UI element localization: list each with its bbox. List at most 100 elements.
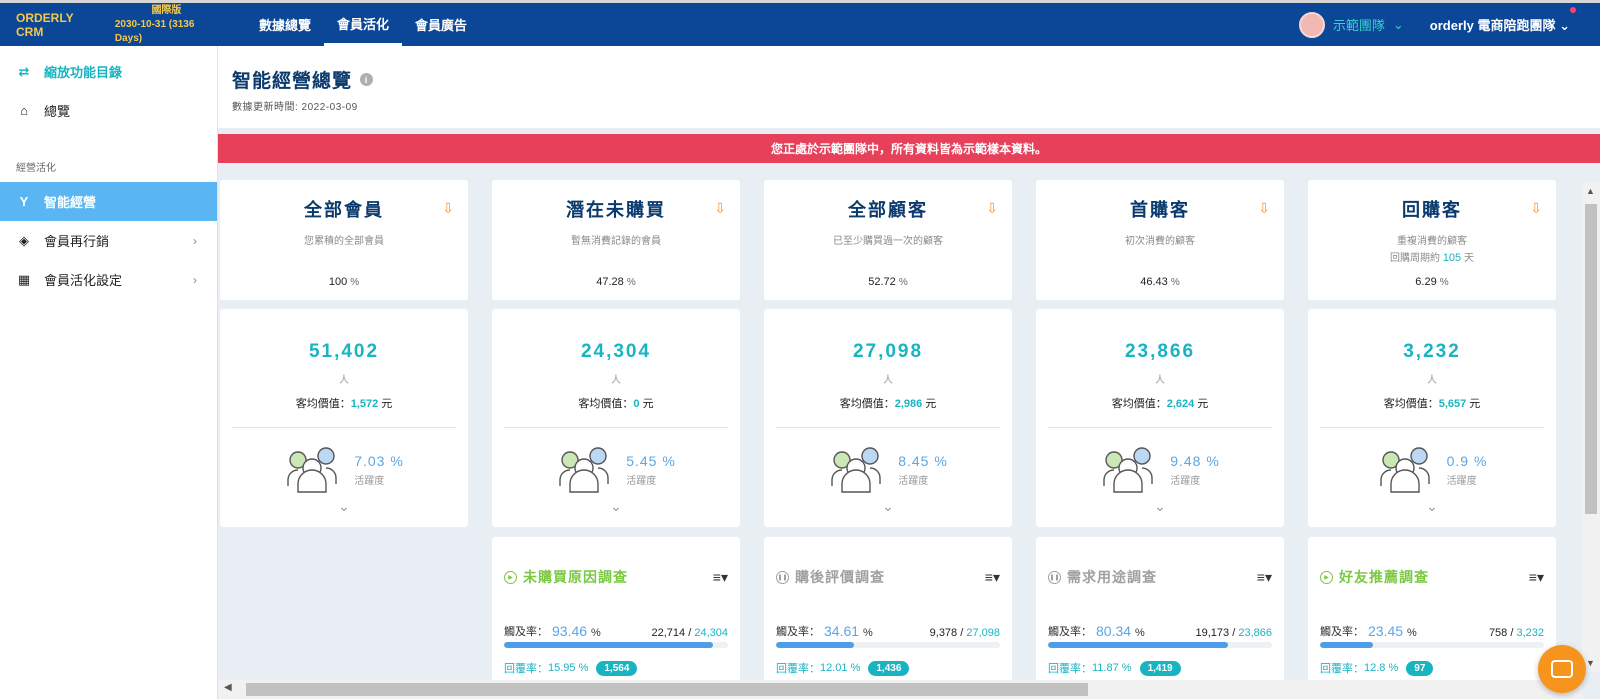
percent-unit: %: [1439, 277, 1449, 288]
download-icon[interactable]: ⇩: [714, 200, 726, 217]
reach-progress-bar: [504, 642, 728, 648]
reach-progress-bar: [776, 642, 1000, 648]
brand-edition-block: 國際版 2030-10-31 (3136 Days): [115, 4, 218, 46]
download-icon[interactable]: ⇩: [1258, 200, 1270, 217]
person-unit: 人: [1155, 375, 1165, 386]
members-group-icon: [1103, 447, 1153, 493]
segment-description: 重複消費的顧客: [1397, 236, 1467, 247]
members-group-icon: [287, 447, 337, 493]
reply-count-badge[interactable]: 1,436: [868, 660, 910, 676]
nav-item-overview[interactable]: 數據總覽: [246, 3, 324, 46]
segment-percentage: 47.28 %: [492, 276, 740, 288]
currency-unit: 元: [1197, 398, 1209, 410]
activity-rate: 9.48 %: [1170, 453, 1220, 469]
survey-title[interactable]: 好友推薦調查: [1339, 567, 1429, 587]
download-icon[interactable]: ⇩: [986, 200, 998, 217]
nav-item-member-ads[interactable]: 會員廣告: [402, 3, 480, 46]
activity-block: 8.45 % 活躍度: [764, 446, 1012, 494]
download-icon[interactable]: ⇩: [442, 200, 454, 217]
person-unit: 人: [1427, 375, 1437, 386]
company-label: orderly 電商陪跑團隊: [1429, 18, 1556, 33]
segment-summary-card: 潛在未購買 ⇩ 暫無消費記錄的會員 47.28 %: [492, 180, 740, 300]
reach-rate: 23.45: [1368, 623, 1404, 639]
total-count: 23,866: [1238, 627, 1272, 639]
member-count: 3,232: [1403, 341, 1461, 362]
menu-icon[interactable]: ≡▾: [985, 569, 1000, 586]
menu-icon[interactable]: ≡▾: [713, 569, 728, 586]
info-icon[interactable]: i: [360, 73, 374, 86]
reply-rate: 15.95: [548, 662, 576, 674]
sidebar-item-remarketing[interactable]: ◈ 會員再行銷 ›: [0, 221, 217, 260]
segment-column-first-time: 首購客 ⇩ 初次消費的顧客 46.43 % 23,866 人 客均價值：2,62…: [1036, 180, 1284, 680]
avg-value-label: 客均價值：: [295, 398, 351, 410]
segment-stats-card: 27,098 人 客均價值：2,986 元 8.45 % 活躍度 ⌄: [764, 309, 1012, 527]
activity-values: 8.45 % 活躍度: [898, 453, 948, 487]
menu-icon[interactable]: ≡▾: [1257, 569, 1272, 586]
activity-rate: 0.9 %: [1446, 453, 1488, 469]
page-title: 智能經營總覽: [232, 71, 353, 92]
chevron-down-icon[interactable]: ⌄: [764, 498, 1012, 515]
reply-label: 回覆率：: [1048, 663, 1092, 675]
chevron-down-icon[interactable]: ⌄: [220, 498, 468, 515]
reach-rate: 34.61: [824, 623, 860, 639]
chevron-down-icon[interactable]: ⌄: [492, 498, 740, 515]
brand[interactable]: ORDERLY CRM 國際版 2030-10-31 (3136 Days): [0, 3, 218, 46]
scroll-left-arrow-icon[interactable]: ◀: [224, 682, 232, 693]
team-switcher[interactable]: 示範團隊 ⌄: [1298, 11, 1404, 38]
brand-edition: 國際版: [151, 4, 182, 16]
vertical-scroll-thumb[interactable]: [1585, 204, 1597, 514]
activity-rate: 8.45 %: [898, 453, 948, 469]
brand-expiry: 2030-10-31 (3136 Days): [114, 18, 195, 44]
activity-block: 0.9 % 活躍度: [1308, 446, 1556, 494]
period-days: 105: [1442, 252, 1462, 264]
reply-count-badge[interactable]: 97: [1406, 660, 1434, 676]
segment-column-all-customers: 全部顧客 ⇩ 已至少購買過一次的顧客 52.72 % 27,098 人 客均價值…: [764, 180, 1012, 680]
avatar: [1298, 11, 1325, 38]
repurchase-period: 回購周期約 105 天: [1308, 250, 1556, 267]
scroll-up-arrow-icon[interactable]: ▲: [1586, 186, 1595, 196]
pause-circle-icon[interactable]: ❚❚: [776, 570, 789, 584]
reach-fraction: 19,173 / 23,866: [1195, 627, 1272, 639]
avg-value: 客均價值：2,986 元: [764, 395, 1012, 411]
segment-description: 您累積的全部會員: [304, 236, 384, 247]
company-menu[interactable]: orderly 電商陪跑團隊 ⌄: [1429, 7, 1576, 34]
horizontal-scroll-thumb[interactable]: [246, 683, 1088, 696]
chevron-down-icon[interactable]: ⌄: [1036, 498, 1284, 515]
segment-percentage-value: 52.72: [868, 276, 896, 288]
play-circle-icon[interactable]: ▶: [1320, 570, 1333, 584]
nav-item-member-activation[interactable]: 會員活化: [324, 3, 403, 46]
avg-value-label: 客均價值：: [578, 398, 634, 410]
divider: [504, 427, 728, 428]
chevron-down-icon[interactable]: ⌄: [1308, 498, 1556, 515]
reach-rate: 93.46: [552, 623, 588, 639]
avg-value-number: 2,624: [1166, 398, 1195, 410]
download-icon[interactable]: ⇩: [1530, 200, 1542, 217]
settings-grid-icon: ▦: [17, 271, 31, 287]
survey-title[interactable]: 購後評價調查: [795, 567, 885, 587]
segment-column-all-members: 全部會員 ⇩ 您累積的全部會員 100 % 51,402 人 客均價值：1,57…: [220, 180, 468, 527]
sidebar-item-smart-ops[interactable]: Y 智能經營: [0, 182, 217, 221]
segment-description-block: 重複消費的顧客 回購周期約 105 天: [1308, 234, 1556, 267]
chat-button[interactable]: [1538, 645, 1586, 693]
sidebar-collapse-toggle[interactable]: ⇄ 縮放功能目錄: [0, 52, 217, 91]
divider: [232, 427, 456, 428]
reply-count-badge[interactable]: 1,419: [1139, 660, 1181, 676]
sidebar-item-overview[interactable]: ⌂ 總覽: [0, 91, 217, 130]
person-unit: 人: [883, 375, 893, 386]
horizontal-scrollbar[interactable]: ◀: [218, 680, 1582, 699]
vertical-scrollbar[interactable]: ▲ ▼: [1582, 182, 1600, 672]
menu-icon[interactable]: ≡▾: [1529, 569, 1544, 586]
survey-title[interactable]: 未購買原因調查: [523, 567, 628, 587]
divider: [1048, 427, 1272, 428]
survey-title[interactable]: 需求用途調查: [1067, 567, 1157, 587]
pause-circle-icon[interactable]: ❚❚: [1048, 570, 1061, 584]
play-circle-icon[interactable]: ▶: [504, 570, 517, 584]
branch-icon: Y: [19, 194, 29, 209]
sidebar-item-activation-settings[interactable]: ▦ 會員活化設定 ›: [0, 260, 217, 299]
reply-count-badge[interactable]: 1,564: [596, 660, 638, 676]
divider: [1320, 427, 1544, 428]
scroll-down-arrow-icon[interactable]: ▼: [1586, 658, 1595, 668]
segment-percentage-value: 100: [328, 276, 348, 288]
segment-percentage: 100 %: [220, 276, 468, 288]
target-icon: ◈: [19, 232, 29, 248]
